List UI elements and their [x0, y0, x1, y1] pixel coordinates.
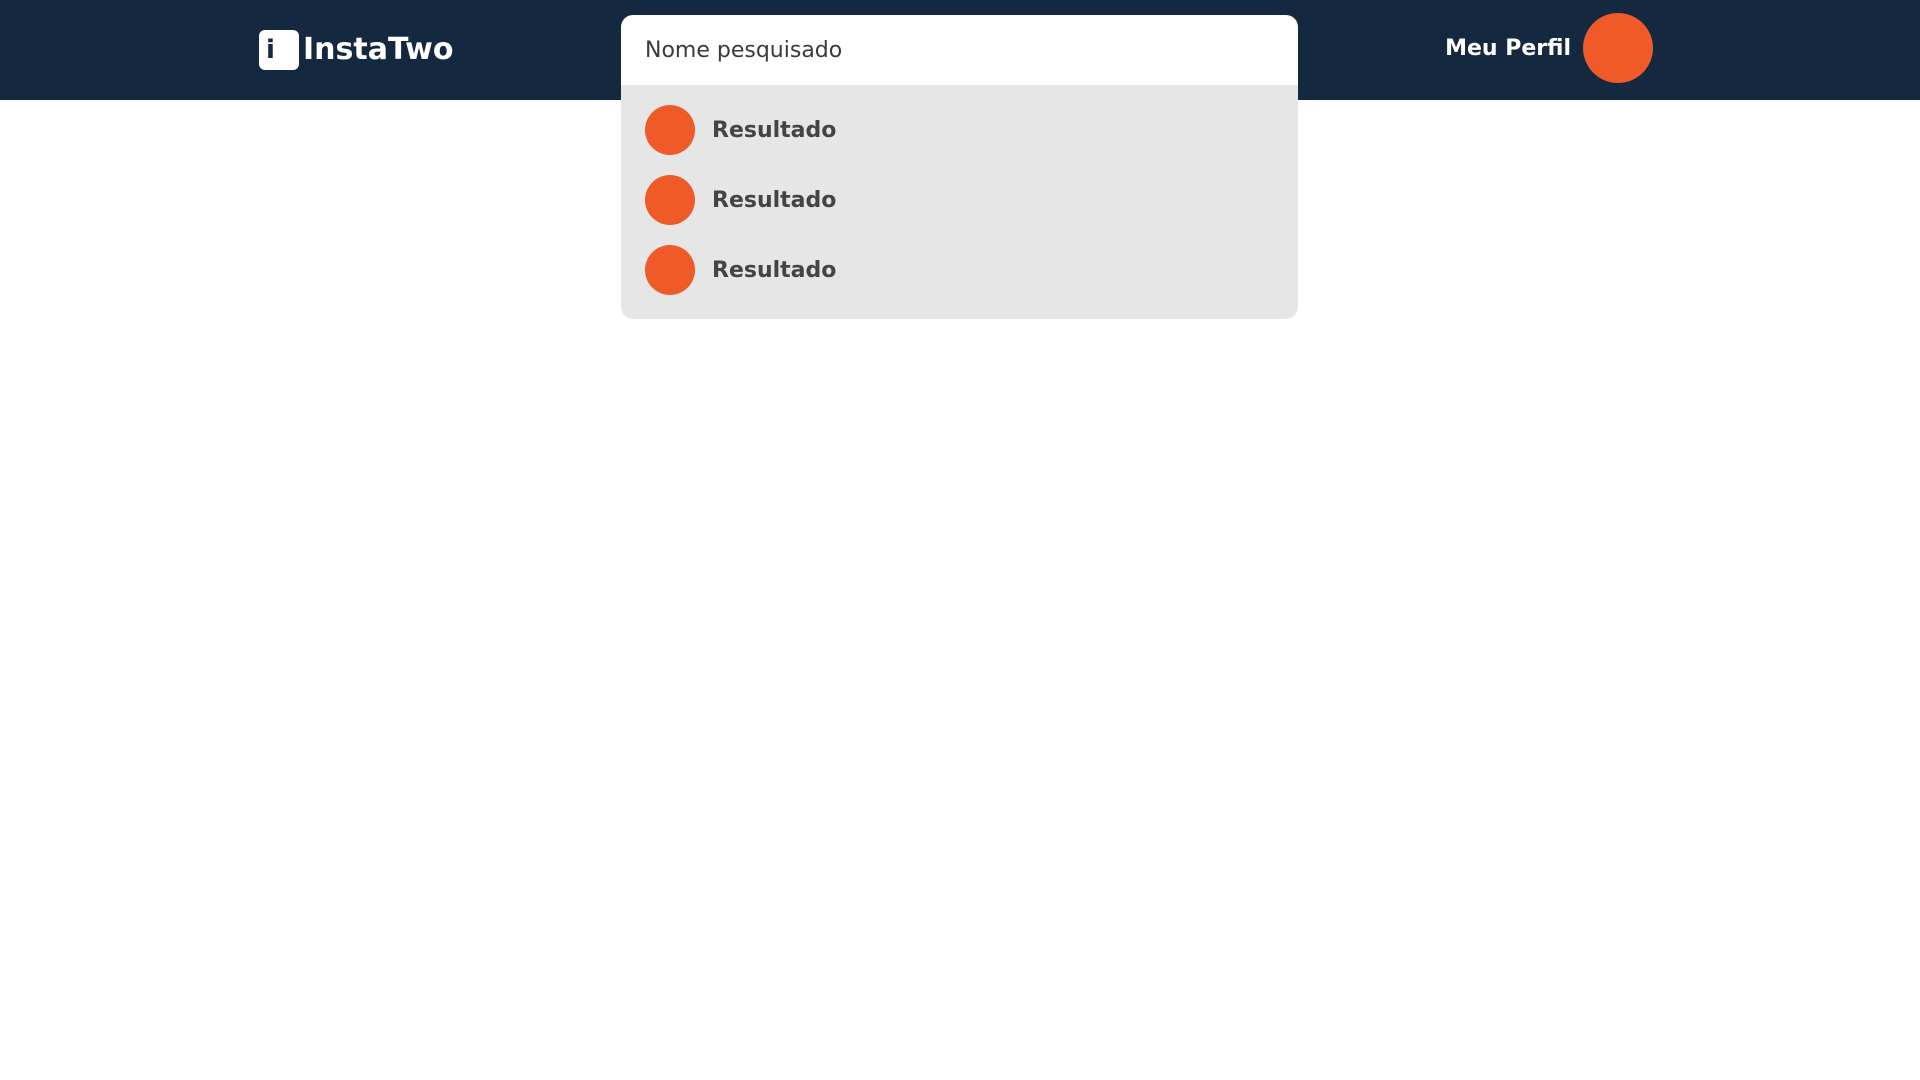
- result-name: Resultado: [712, 117, 837, 143]
- search-result-item[interactable]: Resultado: [645, 105, 1274, 155]
- my-profile-label: Meu Perfil: [1445, 35, 1571, 61]
- result-avatar: [645, 245, 695, 295]
- search-container: Resultado Resultado Resultado: [621, 15, 1298, 319]
- i-logo-icon: i: [259, 30, 299, 70]
- search-result-item[interactable]: Resultado: [645, 245, 1274, 295]
- result-name: Resultado: [712, 257, 837, 283]
- result-name: Resultado: [712, 187, 837, 213]
- profile-avatar[interactable]: [1583, 13, 1653, 83]
- search-result-item[interactable]: Resultado: [645, 175, 1274, 225]
- brand-name: InstaTwo: [303, 32, 454, 67]
- logo-glyph: i: [266, 35, 275, 65]
- result-avatar: [645, 105, 695, 155]
- search-input[interactable]: [621, 15, 1298, 85]
- search-results-dropdown: Resultado Resultado Resultado: [621, 85, 1298, 319]
- result-avatar: [645, 175, 695, 225]
- brand-logo-link[interactable]: i InstaTwo: [259, 30, 453, 70]
- my-profile-link[interactable]: Meu Perfil: [1445, 13, 1653, 83]
